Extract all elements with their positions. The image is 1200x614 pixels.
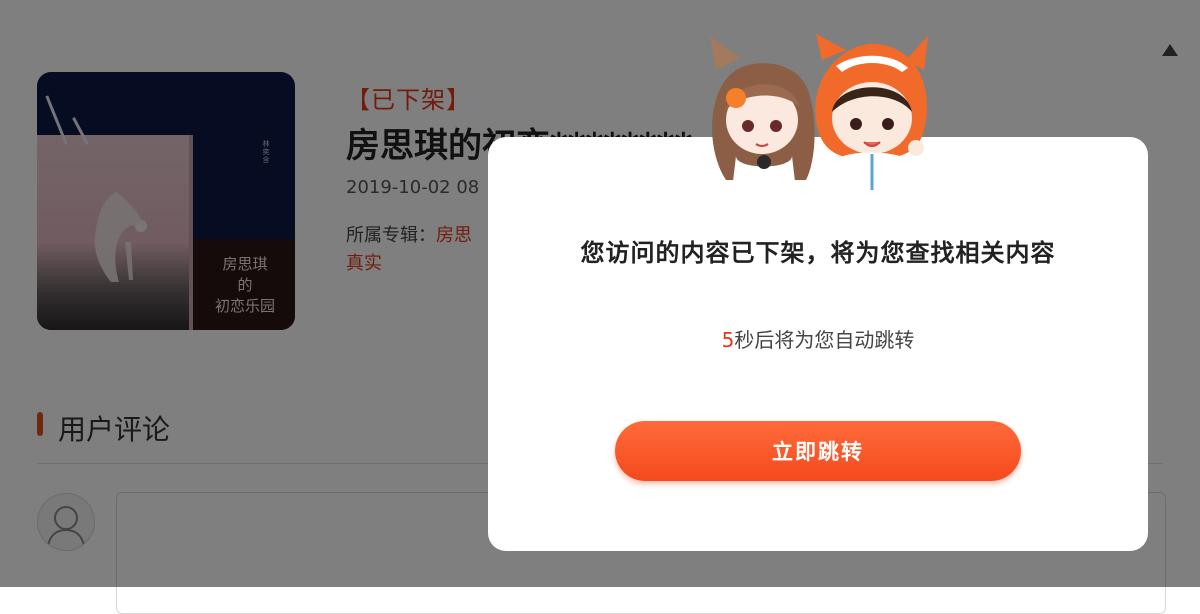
countdown-number: 5 [721, 328, 735, 352]
countdown-label: 秒后将为您自动跳转 [734, 328, 915, 352]
mascot-illustration [710, 34, 928, 190]
jump-now-button[interactable]: 立即跳转 [615, 421, 1021, 481]
removed-content-dialog: 您访问的内容已下架，将为您查找相关内容 5秒后将为您自动跳转 立即跳转 [488, 137, 1148, 551]
countdown-text: 5秒后将为您自动跳转 [488, 324, 1148, 353]
dialog-message: 您访问的内容已下架，将为您查找相关内容 [580, 239, 1056, 267]
